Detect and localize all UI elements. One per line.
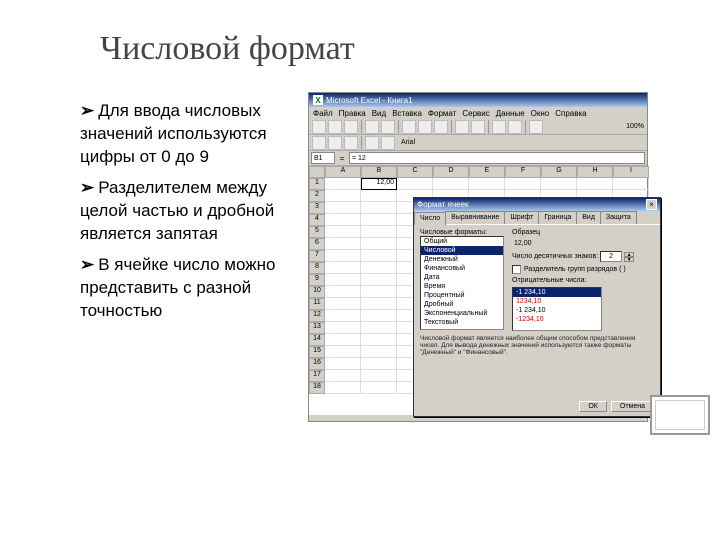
bullet-item: Разделителем между целой частью и дробно… (80, 177, 295, 246)
slide-title: Числовой формат (100, 30, 355, 68)
app-title: Microsoft Excel - Книга1 (326, 96, 413, 105)
col-header[interactable]: H (577, 166, 613, 178)
list-item[interactable]: Финансовый (421, 264, 503, 273)
list-item[interactable]: Дробный (421, 300, 503, 309)
sort-asc-icon[interactable] (492, 120, 506, 134)
sample-value: 12,00 (512, 239, 654, 248)
col-header[interactable]: I (613, 166, 649, 178)
list-item[interactable]: Дата (421, 273, 503, 282)
paste-icon[interactable] (434, 120, 448, 134)
dialog-titlebar: Формат ячеек × (414, 198, 660, 211)
format-cells-dialog: Формат ячеек × Число Выравнивание Шрифт … (413, 197, 661, 417)
open-icon[interactable] (328, 120, 342, 134)
menu-window[interactable]: Окно (531, 109, 550, 118)
format-toolbar: Arial (309, 135, 647, 151)
col-header[interactable]: G (541, 166, 577, 178)
ok-button[interactable]: ОК (579, 401, 607, 412)
preview-icon[interactable] (381, 120, 395, 134)
copy-icon[interactable] (418, 120, 432, 134)
col-header[interactable]: F (505, 166, 541, 178)
list-item[interactable]: Экспоненциальный (421, 309, 503, 318)
menu-edit[interactable]: Правка (339, 109, 366, 118)
col-header[interactable]: D (433, 166, 469, 178)
decorative-frame-icon (650, 395, 710, 435)
print-icon[interactable] (365, 120, 379, 134)
percent-icon[interactable] (328, 136, 342, 150)
list-item[interactable]: -1234,10 (513, 315, 601, 324)
name-box[interactable]: B1 (311, 152, 335, 164)
decrease-decimal-icon[interactable] (381, 136, 395, 150)
menu-file[interactable]: Файл (313, 109, 333, 118)
description-text: Числовой формат является наиболее общим … (420, 335, 654, 356)
font-name[interactable]: Arial (401, 139, 415, 146)
menu-format[interactable]: Формат (428, 109, 456, 118)
tab-number[interactable]: Число (414, 212, 446, 225)
list-item[interactable]: Процентный (421, 291, 503, 300)
negatives-list[interactable]: -1 234,10 1234,10 -1 234,10 -1234,10 (512, 287, 602, 331)
formula-bar: B1 = = 12 (309, 151, 647, 165)
decimals-input[interactable] (600, 251, 622, 262)
sample-label: Образец (512, 229, 654, 236)
cell[interactable] (397, 178, 433, 190)
tab-alignment[interactable]: Выравнивание (445, 211, 505, 224)
cut-icon[interactable] (402, 120, 416, 134)
new-icon[interactable] (312, 120, 326, 134)
categories-label: Числовые форматы: (420, 229, 504, 236)
menubar: Файл Правка Вид Вставка Формат Сервис Да… (309, 107, 647, 119)
category-list[interactable]: Общий Числовой Денежный Финансовый Дата … (420, 236, 504, 330)
list-item[interactable]: Денежный (421, 255, 503, 264)
redo-icon[interactable] (471, 120, 485, 134)
undo-icon[interactable] (455, 120, 469, 134)
list-item[interactable]: Время (421, 282, 503, 291)
comma-icon[interactable] (344, 136, 358, 150)
col-header[interactable]: B (361, 166, 397, 178)
col-header[interactable]: C (397, 166, 433, 178)
titlebar: X Microsoft Excel - Книга1 (309, 93, 647, 107)
currency-icon[interactable] (312, 136, 326, 150)
tab-protect[interactable]: Защита (600, 211, 637, 224)
sort-desc-icon[interactable] (508, 120, 522, 134)
row-header[interactable]: 1 (309, 178, 325, 190)
bullet-item: Для ввода числовых значений используются… (80, 100, 295, 169)
menu-help[interactable]: Справка (555, 109, 586, 118)
list-item[interactable]: -1 234,10 (513, 288, 601, 297)
excel-icon: X (313, 95, 323, 105)
save-icon[interactable] (344, 120, 358, 134)
list-item[interactable]: Общий (421, 237, 503, 246)
formula-input[interactable]: = 12 (349, 152, 645, 164)
zoom-level[interactable]: 100% (626, 123, 644, 130)
cell[interactable] (325, 178, 361, 190)
select-all-corner[interactable] (309, 166, 325, 178)
dialog-tabs: Число Выравнивание Шрифт Граница Вид Защ… (414, 211, 660, 225)
tab-border[interactable]: Граница (538, 211, 577, 224)
bullet-item: В ячейке число можно представить с разно… (80, 254, 295, 323)
close-icon[interactable]: × (646, 199, 657, 210)
menu-view[interactable]: Вид (372, 109, 386, 118)
negatives-label: Отрицательные числа: (512, 277, 654, 284)
increase-decimal-icon[interactable] (365, 136, 379, 150)
bullet-list: Для ввода числовых значений используются… (80, 100, 295, 330)
dialog-title: Формат ячеек (417, 200, 469, 209)
tab-fill[interactable]: Вид (576, 211, 601, 224)
col-header[interactable]: E (469, 166, 505, 178)
decimals-label: Число десятичных знаков: (512, 253, 598, 260)
list-item[interactable]: -1 234,10 (513, 306, 601, 315)
chart-icon[interactable] (529, 120, 543, 134)
thousands-label: Разделитель групп разрядов ( ) (524, 266, 626, 273)
standard-toolbar: 100% (309, 119, 647, 135)
tab-font[interactable]: Шрифт (504, 211, 539, 224)
cancel-button[interactable]: Отмена (611, 401, 654, 412)
menu-tools[interactable]: Сервис (462, 109, 489, 118)
thousands-checkbox[interactable] (512, 265, 521, 274)
list-item[interactable]: 1234,10 (513, 297, 601, 306)
excel-window: X Microsoft Excel - Книга1 Файл Правка В… (308, 92, 648, 422)
list-item[interactable]: Числовой (421, 246, 503, 255)
spin-down-icon[interactable]: ▼ (624, 257, 634, 262)
cell-b1[interactable]: 12,00 (361, 178, 397, 190)
list-item[interactable]: Текстовый (421, 318, 503, 327)
menu-data[interactable]: Данные (496, 109, 525, 118)
col-header[interactable]: A (325, 166, 361, 178)
menu-insert[interactable]: Вставка (392, 109, 422, 118)
